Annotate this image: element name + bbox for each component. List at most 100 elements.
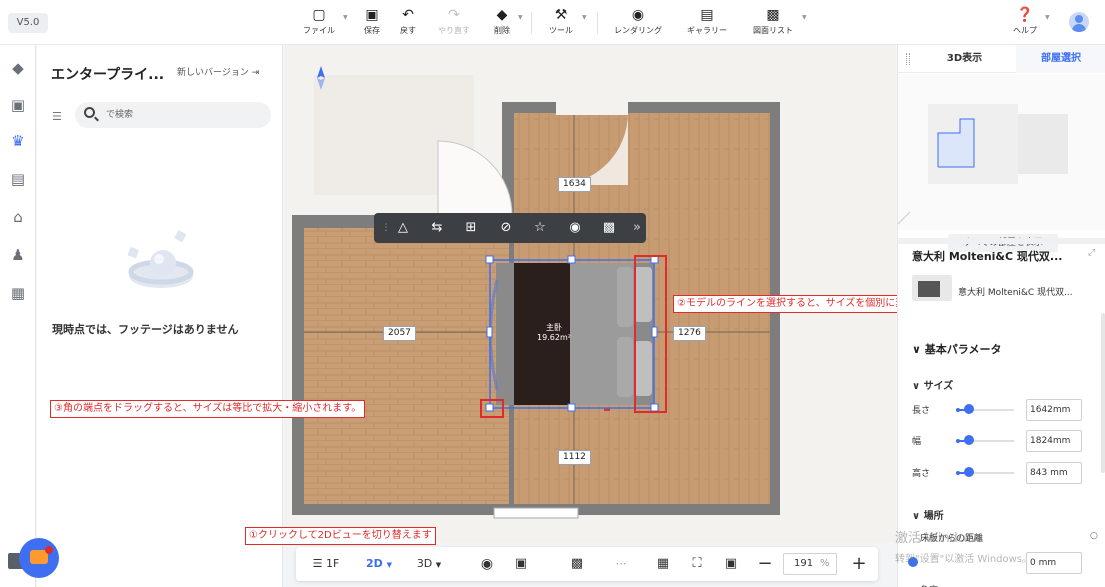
floor-height-input[interactable]: 0 mm: [1026, 552, 1082, 574]
window: [493, 507, 579, 519]
product-title: 意大利 Molteni&C 现代双...: [912, 250, 1063, 263]
help-button[interactable]: ❓ ヘルプ: [1008, 6, 1042, 40]
furniture-icon[interactable]: ▣: [8, 95, 28, 115]
catalog-icon[interactable]: ◆: [8, 58, 28, 78]
tools-label: ツール: [549, 26, 573, 35]
height-label: 高さ: [912, 469, 931, 479]
basic-params-section[interactable]: ∨ 基本パラメータ: [912, 341, 1001, 357]
more-icon[interactable]: ⋯: [614, 555, 628, 573]
wrench-icon: ⚒: [554, 7, 568, 23]
view-tabs: 3D表示 部屋選択: [898, 45, 1105, 73]
zoom-area-icon[interactable]: ▣: [720, 555, 742, 573]
drawings-label: 図面リスト: [753, 26, 793, 35]
height-input[interactable]: 843 mm: [1026, 462, 1082, 484]
tab-3d-view[interactable]: 3D表示: [922, 45, 1007, 73]
zoom-level-input[interactable]: 191 %: [783, 553, 837, 575]
door-icon[interactable]: ▤: [8, 169, 28, 189]
lock-icon[interactable]: ▩: [566, 555, 588, 573]
cube-icon[interactable]: ▣: [510, 555, 532, 573]
width-slider-knob[interactable]: [964, 435, 974, 445]
person-icon[interactable]: ♟: [8, 245, 28, 265]
file-menu-button[interactable]: ▢ ファイル: [297, 6, 341, 40]
delete-dropdown-caret[interactable]: ▼: [518, 14, 523, 21]
compass-icon: [317, 66, 325, 90]
help-dropdown-caret[interactable]: ▼: [1045, 14, 1050, 21]
lock-icon[interactable]: ○: [1090, 531, 1098, 541]
view-2d-button[interactable]: 2D ▼: [358, 555, 400, 573]
dimension-label-left[interactable]: 2057: [383, 326, 416, 341]
cabinet-icon[interactable]: ▦: [8, 283, 28, 303]
delete-button[interactable]: ◆ 削除: [489, 6, 515, 40]
render-button[interactable]: ◉ レンダリング: [608, 6, 668, 40]
list-view-icon[interactable]: ☰: [52, 110, 62, 123]
right-panel: 3D表示 部屋選択 すべての部屋を表示 意大利 Molteni&C 现代双...…: [897, 45, 1105, 587]
swap-icon[interactable]: ⇆: [428, 219, 446, 237]
height-slider-knob[interactable]: [964, 467, 974, 477]
right-panel-scrollbar[interactable]: [1101, 313, 1105, 473]
visibility-icon[interactable]: ◉: [476, 555, 498, 573]
new-version-link[interactable]: 新しいバージョン ⇥: [177, 65, 259, 78]
hide-icon[interactable]: ⊘: [497, 219, 515, 237]
floor-label: 1F: [326, 557, 340, 570]
user-avatar[interactable]: [1069, 12, 1089, 32]
size-section[interactable]: ∨ サイズ: [912, 377, 953, 392]
place-section[interactable]: ∨ 場所: [912, 507, 944, 522]
tools-dropdown-caret[interactable]: ▼: [582, 14, 587, 21]
chat-support-button[interactable]: [19, 538, 59, 578]
floor-plan[interactable]: [284, 45, 896, 542]
search-box[interactable]: [75, 102, 271, 128]
drag-handle-icon[interactable]: [906, 53, 910, 65]
design-canvas[interactable]: 1634 2057 1276 1112 主卧 19.62m²: [284, 45, 896, 542]
width-label: 幅: [912, 437, 922, 447]
redo-button[interactable]: ↷ やり直す: [432, 6, 476, 40]
product-thumbnail[interactable]: [912, 275, 952, 301]
tab-room-select[interactable]: 部屋選択: [1016, 45, 1105, 73]
screenshot-icon[interactable]: ▦: [652, 555, 674, 573]
undo-button[interactable]: ↶ 戻す: [395, 6, 421, 40]
dimension-label-top[interactable]: 1634: [558, 177, 591, 192]
annotation-note-1: ①クリックして2Dビューを切り替えます: [245, 527, 436, 545]
length-input[interactable]: 1642mm: [1026, 399, 1082, 421]
place-title: 場所: [923, 511, 944, 522]
add-icon[interactable]: ⊞: [462, 219, 480, 237]
expand-icon[interactable]: ⤢: [1088, 248, 1095, 258]
chevron-down-icon: ▼: [386, 561, 393, 569]
basic-params-title: 基本パラメータ: [924, 343, 1002, 356]
dimension-label-right[interactable]: 1276: [673, 326, 706, 341]
gallery-icon: ▤: [700, 7, 714, 23]
length-unit: mm: [1052, 405, 1071, 415]
lock-icon[interactable]: ◉: [566, 219, 584, 237]
view-3d-button[interactable]: 3D ▼: [408, 555, 450, 573]
zoom-in-button[interactable]: +: [848, 555, 870, 573]
chevron-down-icon: ∨: [912, 381, 921, 392]
room-minimap[interactable]: すべての部屋を表示: [898, 74, 1105, 252]
top-toolbar: V5.0 ▢ ファイル ▼ ▣ 保存 ↶ 戻す ↷ やり直す ◆ 削除 ▼ ⚒ …: [0, 0, 1105, 45]
crown-icon[interactable]: ♛: [8, 131, 28, 151]
minimap-drawing[interactable]: [898, 74, 1105, 230]
save-button[interactable]: ▣ 保存: [359, 6, 385, 40]
drag-handle-icon[interactable]: ⋮: [377, 219, 395, 237]
file-dropdown-caret[interactable]: ▼: [343, 14, 348, 21]
camera-icon: ◉: [631, 7, 645, 23]
left-icon-rail: ◆ ▣ ♛ ▤ ⌂ ♟ ▦: [0, 45, 36, 587]
annotation-highlight: [480, 399, 504, 418]
width-input[interactable]: 1824mm: [1026, 430, 1082, 452]
fit-view-icon[interactable]: ⛶: [686, 555, 708, 573]
bottom-toolbar: ☰ 1F 2D ▼ 3D ▼ ◉ ▣ ▩ ⋯ ▦ ⛶ ▣ − 191 % +: [296, 547, 878, 581]
trash-icon[interactable]: ▩: [600, 219, 618, 237]
drawings-dropdown-caret[interactable]: ▼: [802, 14, 807, 21]
more-icon[interactable]: »: [628, 219, 646, 237]
mirror-icon[interactable]: △: [394, 219, 412, 237]
tools-menu-button[interactable]: ⚒ ツール: [543, 6, 579, 40]
drawings-button[interactable]: ▩ 図面リスト: [747, 6, 799, 40]
dimension-label-bottom[interactable]: 1112: [558, 450, 591, 465]
zoom-out-button[interactable]: −: [754, 555, 776, 573]
floor-selector[interactable]: ☰ 1F: [304, 555, 348, 573]
length-slider-knob[interactable]: [964, 404, 974, 414]
search-input[interactable]: [106, 107, 256, 123]
gallery-button[interactable]: ▤ ギャラリー: [681, 6, 733, 40]
floor-height-unit: mm: [1038, 558, 1057, 568]
star-icon[interactable]: ☆: [531, 219, 549, 237]
empty-state-illustration: [127, 230, 194, 288]
house-icon[interactable]: ⌂: [8, 207, 28, 227]
